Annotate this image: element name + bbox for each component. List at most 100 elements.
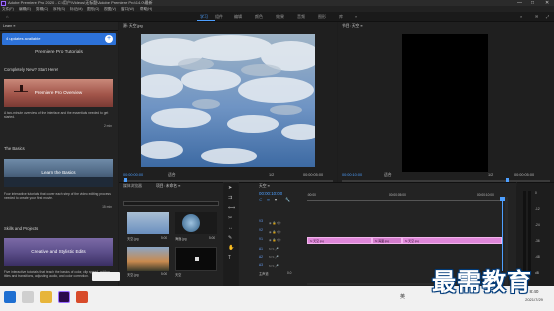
section-heading-basics: The Basics — [4, 146, 25, 151]
tutorial-desc-overview: A two-minute overview of the interface a… — [4, 111, 109, 120]
mountain-silhouette — [4, 177, 113, 187]
tab-audio[interactable]: 音频 — [297, 14, 305, 20]
sequence-icon — [195, 257, 199, 261]
section-heading-new: Completely New? Start Here! — [4, 67, 59, 72]
snap-icon[interactable]: ⊂ — [259, 197, 262, 202]
program-timecode-out: 00:00:05:00 — [514, 173, 535, 177]
program-fit-select[interactable]: 适合 — [384, 173, 392, 178]
source-timecode-in[interactable]: 00:00:00:00 — [123, 173, 143, 177]
track-label-v2[interactable]: V2 — [259, 228, 263, 232]
tools-panel: ➤ ⇉ ⟺ ✂ ↔ ✎ ✋ T — [224, 182, 238, 286]
notification-toast[interactable] — [92, 272, 120, 281]
file-explorer-icon[interactable] — [40, 291, 52, 303]
slip-tool-icon[interactable]: ↔ — [228, 225, 233, 231]
task-view-icon[interactable] — [22, 291, 34, 303]
project-item-thumb-1[interactable] — [175, 212, 217, 234]
globe-image — [182, 214, 200, 232]
taskbar-clock-date[interactable]: 2021/7/29 — [518, 297, 550, 302]
meter-scale-36: -36 — [535, 239, 540, 243]
workspace-bar: ⌂ 学习 组件 编辑 颜色 效果 音频 图形 库 » ⌕ ✉ ⤢ — [0, 12, 554, 22]
track-label-v1[interactable]: V1 — [259, 237, 263, 241]
track-label-a2[interactable]: A2 — [259, 255, 263, 259]
tutorial-title-creative: Creative and Stylistic Edits — [31, 249, 86, 254]
timeline-settings-icon[interactable]: 🔧 — [285, 197, 290, 202]
project-item-thumb-3[interactable] — [175, 247, 217, 271]
add-marker-icon[interactable]: ▾ — [275, 197, 277, 202]
program-monitor-tab[interactable]: 节目: 天空 ≡ — [342, 24, 363, 29]
project-item-duration-2: 5:00 — [161, 272, 168, 276]
source-zoom-select[interactable]: 1/2 — [269, 173, 274, 177]
windows-start-icon[interactable] — [4, 291, 16, 303]
project-item-thumb-2[interactable] — [127, 247, 169, 271]
tab-color[interactable]: 颜色 — [255, 14, 263, 20]
tab-media-browser[interactable]: 媒体浏览器 — [123, 184, 142, 189]
project-search-input[interactable] — [123, 201, 219, 206]
expand-icon[interactable]: ⤢ — [546, 14, 549, 19]
tab-editing[interactable]: 编辑 — [234, 14, 242, 20]
ruler-mark-1: 00:00:05:00 — [389, 193, 406, 197]
track-label-a1[interactable]: A1 — [259, 247, 263, 251]
tab-assembly[interactable]: 组件 — [215, 14, 223, 20]
plus-icon[interactable]: + — [105, 35, 113, 43]
tab-project[interactable]: 项目: 未命名 ≡ — [156, 184, 180, 189]
razor-tool-icon[interactable]: ✂ — [228, 215, 232, 221]
project-item-label-2: 天空.jpg — [127, 273, 139, 277]
tutorial-duration-overview: 2 min — [103, 124, 112, 128]
program-monitor: 节目: 天空 ≡ 00:00:10:00 适合 1/2 00:00:05:00 … — [338, 22, 554, 198]
meter-scale-0: 0 — [535, 191, 537, 195]
project-item-label-1: 海面.jpg — [175, 237, 187, 241]
app-taskbar-icon[interactable] — [76, 291, 88, 303]
track-label-master: 主声道 — [259, 272, 269, 276]
type-tool-icon[interactable]: T — [228, 255, 231, 261]
tab-effects[interactable]: 效果 — [276, 14, 284, 20]
tab-libraries[interactable]: 库 — [339, 14, 343, 20]
selection-tool-icon[interactable]: ➤ — [228, 185, 232, 191]
ripple-edit-tool-icon[interactable]: ⟺ — [228, 205, 235, 211]
track-controls[interactable]: ◉ 🔒 👁 ◉ 🔒 👁 ◉ 🔒 👁 M S 🎤 M S 🎤 M S 🎤 — [269, 219, 303, 269]
updates-available-button[interactable]: 4 updates available + — [2, 33, 116, 45]
tutorials-title: Premiere Pro Tutorials — [35, 50, 83, 55]
learn-panel: Learn ≡ 4 updates available + Premiere P… — [0, 22, 118, 286]
hand-tool-icon[interactable]: ✋ — [228, 245, 234, 251]
project-panel: 媒体浏览器 项目: 未命名 ≡ 天空.jpg 5:00 海面.jpg 5:00 … — [119, 182, 223, 286]
track-label-v3[interactable]: V3 — [259, 219, 263, 223]
timeline-tab[interactable]: 天空 ≡ — [259, 184, 270, 189]
tutorial-card-creative[interactable]: Creative and Stylistic Edits — [4, 238, 113, 266]
timeline-clip-0[interactable]: fx 天空.jpg — [307, 237, 372, 244]
timeline-clip-2[interactable]: fx 天空.jpg — [402, 237, 502, 244]
timeline-playhead[interactable] — [502, 199, 503, 271]
track-select-tool-icon[interactable]: ⇉ — [228, 195, 232, 201]
watermark: 最需教育 — [432, 267, 532, 296]
timeline-clip-1[interactable]: fx 海面.jpg — [372, 237, 402, 244]
speech-icon[interactable]: ✉ — [535, 14, 538, 19]
home-icon[interactable]: ⌂ — [6, 14, 8, 19]
learn-panel-tab[interactable]: Learn ≡ — [0, 22, 118, 31]
section-heading-skills: Skills and Projects — [4, 226, 39, 231]
tutorial-card-overview[interactable]: Premiere Pro Overview — [4, 79, 113, 107]
search-icon[interactable]: ⌕ — [520, 14, 522, 19]
ime-language-indicator[interactable]: 英 — [400, 293, 405, 300]
meter-scale-12: -12 — [535, 207, 540, 211]
project-item-label-0: 天空.jpg — [127, 237, 139, 241]
timeline-ruler[interactable] — [307, 200, 503, 201]
master-volume-value[interactable]: 0.0 — [287, 271, 291, 275]
project-item-thumb-0[interactable] — [127, 212, 169, 234]
project-item-duration-1: 5:00 — [209, 236, 216, 240]
program-timecode-in[interactable]: 00:00:10:00 — [342, 173, 362, 177]
linked-selection-icon[interactable]: ∞ — [267, 197, 270, 202]
program-video-frame — [402, 34, 488, 172]
tab-more[interactable]: » — [355, 14, 357, 19]
program-zoom-select[interactable]: 1/2 — [488, 173, 493, 177]
source-monitor: 源: 天空.jpg 00:00:00:00 适合 1/2 00:00:05:00 — [119, 22, 337, 198]
source-fit-select[interactable]: 适合 — [168, 173, 176, 178]
tab-graphics[interactable]: 图形 — [318, 14, 326, 20]
premiere-taskbar-icon[interactable] — [58, 291, 70, 303]
source-video-frame — [141, 34, 315, 167]
timeline-timecode[interactable]: 00:00:10:00 — [259, 191, 282, 196]
pen-tool-icon[interactable]: ✎ — [228, 235, 232, 241]
tutorial-card-basics[interactable]: Learn the Basics — [4, 159, 113, 187]
track-label-a3[interactable]: A3 — [259, 263, 263, 267]
source-monitor-tab[interactable]: 源: 天空.jpg — [123, 24, 143, 29]
project-item-label-3: 天空 — [175, 273, 182, 277]
meter-scale-48: -48 — [535, 255, 540, 259]
